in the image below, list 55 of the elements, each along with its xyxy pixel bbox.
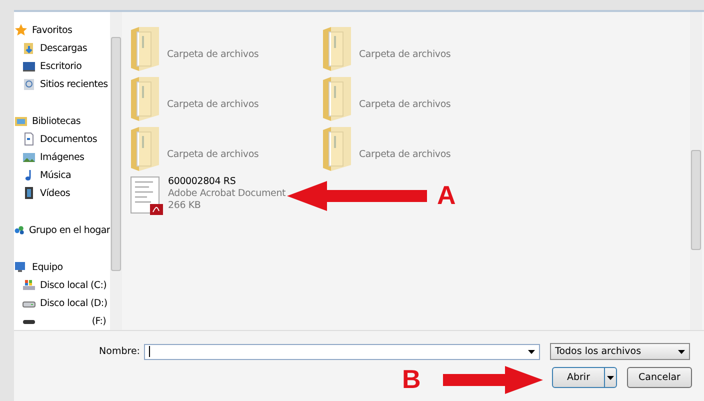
open-button[interactable]: Abrir: [552, 367, 617, 388]
file-name[interactable]: 600002804 RS: [168, 176, 286, 187]
recent-icon: [22, 77, 36, 91]
folder-icon: [322, 26, 352, 72]
file-type: Carpeta de archivos: [167, 98, 259, 110]
folder-icon: [322, 76, 352, 122]
library-icon: [14, 114, 28, 128]
document-icon: [22, 132, 36, 146]
file-type: Adobe Acrobat Document: [168, 188, 286, 199]
dropdown-icon: [528, 350, 535, 354]
sidebar-item[interactable]: Sitios recientes: [14, 75, 110, 93]
sidebar-item[interactable]: Grupo en el hogar: [14, 221, 110, 239]
star-icon: [14, 23, 28, 37]
sidebar-item[interactable]: Equipo: [14, 258, 110, 276]
name-label: Nombre:: [98, 346, 141, 357]
cancel-button[interactable]: Cancelar: [627, 367, 692, 388]
windrive-icon: [22, 278, 36, 292]
scrollbar[interactable]: [690, 12, 702, 330]
sidebar-item[interactable]: Disco local (D:): [14, 294, 110, 312]
folder-icon: [130, 126, 160, 172]
downloads-icon: [22, 41, 36, 55]
folder-icon: [130, 26, 160, 72]
folder-icon: [130, 76, 160, 122]
sidebar-item[interactable]: Favoritos: [14, 21, 110, 39]
image-icon: [22, 150, 36, 164]
video-icon: [22, 186, 36, 200]
file-type: Carpeta de archivos: [359, 98, 451, 110]
file-size: 266 KB: [168, 200, 202, 211]
file-type: Carpeta de archivos: [359, 48, 451, 60]
sidebar-item[interactable]: Bibliotecas: [14, 112, 110, 130]
file-name-field[interactable]: [144, 344, 540, 360]
annotation-letter: B: [402, 364, 421, 395]
computer-icon: [14, 260, 28, 274]
dropdown-icon: [678, 350, 685, 354]
sidebar-item[interactable]: Imágenes: [14, 148, 110, 166]
sidebar-item[interactable]: Descargas: [14, 39, 110, 57]
arrow-icon: [442, 366, 543, 394]
file-type: Carpeta de archivos: [359, 148, 451, 160]
homegroup-icon: [14, 223, 25, 237]
sidebar-item[interactable]: Disco local (C:): [14, 276, 110, 294]
file-type-dropdown[interactable]: Todos los archivos: [550, 343, 690, 360]
file-type: Carpeta de archivos: [167, 148, 259, 160]
desktop-icon: [22, 59, 36, 73]
sidebar-item[interactable]: Documentos: [14, 130, 110, 148]
sidebar-item[interactable]: (F:): [14, 312, 110, 330]
sidebar-item[interactable]: Música: [14, 166, 110, 184]
pdf-file-icon: [130, 176, 164, 216]
scrollbar[interactable]: [110, 12, 122, 330]
arrow-icon: [287, 180, 427, 210]
annotation-letter: A: [437, 180, 456, 211]
sidebar-item[interactable]: Vídeos: [14, 184, 110, 202]
sidebar-item[interactable]: Escritorio: [14, 57, 110, 75]
dropdown-icon: [607, 376, 614, 380]
file-type: Carpeta de archivos: [167, 48, 259, 60]
folder-icon: [322, 126, 352, 172]
